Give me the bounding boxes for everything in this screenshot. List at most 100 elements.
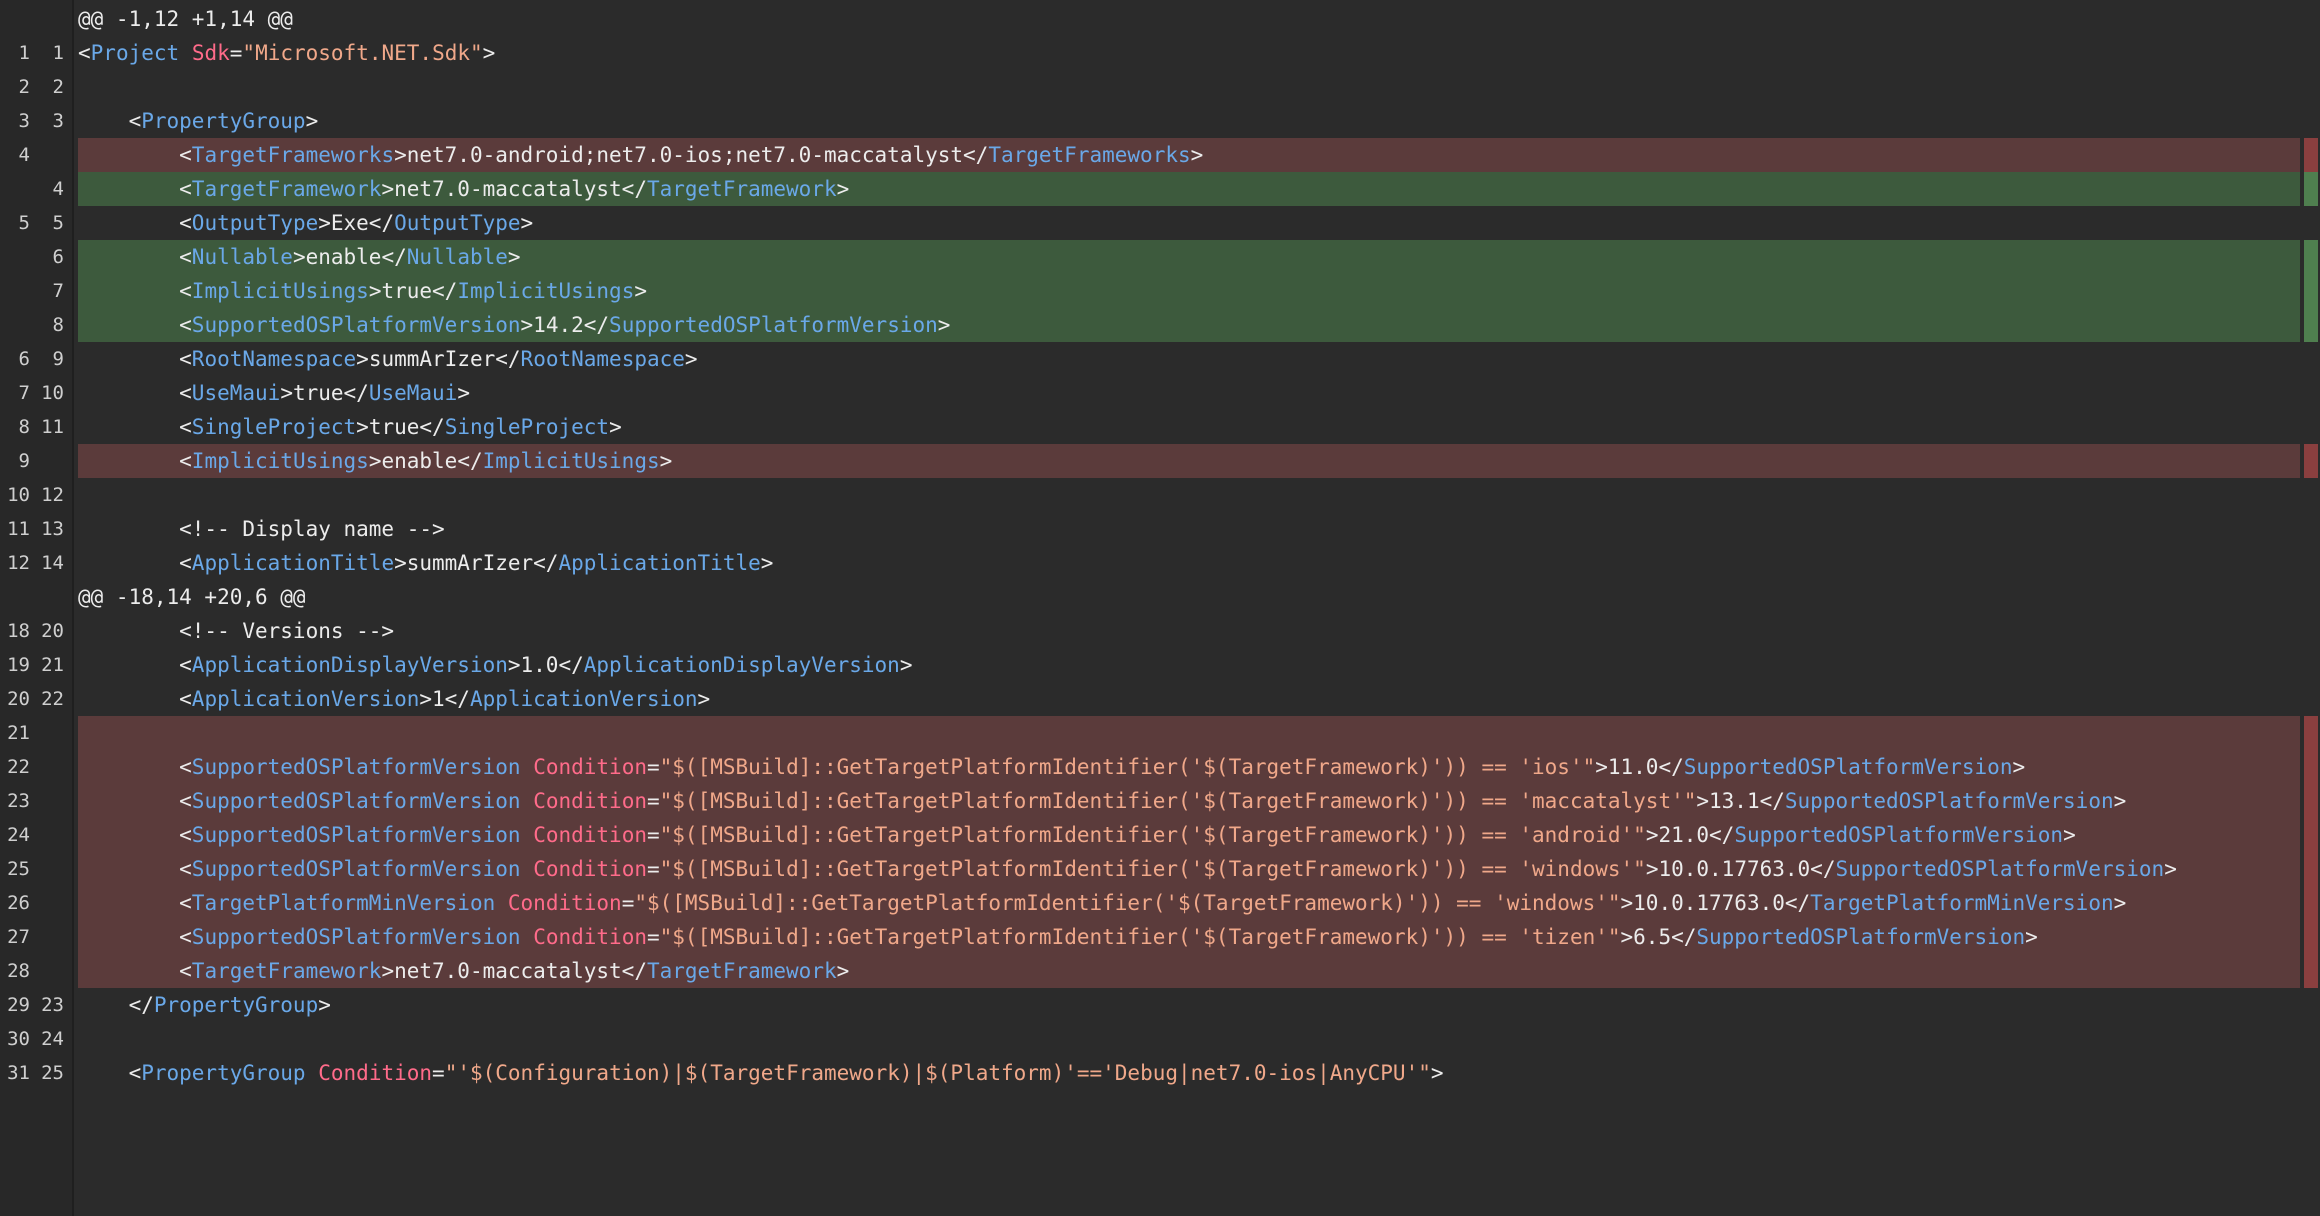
hunk-header[interactable]: @@ -1,12 +1,14 @@ [0,2,2300,36]
context-line[interactable]: 22 [0,70,2300,104]
old-line-number: 23 [7,790,30,812]
context-line[interactable]: 19 21 <ApplicationDisplayVersion>1.0</App… [0,648,2300,682]
token-text: >enable</ [292,245,407,269]
added-line[interactable]: 4 <TargetFramework>net7.0-maccatalyst</T… [0,172,2300,206]
context-line[interactable]: 11 13 <!-- Display name --> [0,512,2300,546]
token-tag: Nullable [191,245,293,269]
token-text: > [318,993,331,1017]
token-text: < [78,891,192,915]
added-line[interactable]: 7 <ImplicitUsings>true</ImplicitUsings> [0,274,2300,308]
deleted-line[interactable]: 4 <TargetFrameworks>net7.0-android;net7.… [0,138,2300,172]
token-tag: ApplicationDisplayVersion [191,653,508,677]
code-text: <SupportedOSPlatformVersion Condition="$… [78,818,2076,852]
deleted-line[interactable]: 27 <SupportedOSPlatformVersion Condition… [0,920,2300,954]
deleted-line[interactable]: 22 <SupportedOSPlatformVersion Condition… [0,750,2300,784]
old-line-number: 12 [7,552,30,574]
old-line-number: 31 [7,1062,30,1084]
deleted-line[interactable]: 21 [0,716,2300,750]
token-tag: SupportedOSPlatformVersion [1696,925,2026,949]
line-background [78,614,2300,648]
code-text: <SupportedOSPlatformVersion Condition="$… [78,784,2126,818]
deleted-line[interactable]: 9 <ImplicitUsings>enable</ImplicitUsings… [0,444,2300,478]
code-text: <SupportedOSPlatformVersion Condition="$… [78,920,2038,954]
token-str: "$([MSBuild]::GetTargetPlatformIdentifie… [659,789,1697,813]
token-text: < [78,211,192,235]
context-line[interactable]: 31 25 <PropertyGroup Condition="'$(Config… [0,1056,2300,1090]
code-text: <!-- Versions --> [78,614,394,648]
token-tag: TargetFramework [191,177,382,201]
token-tag: PropertyGroup [141,1061,306,1085]
deleted-line[interactable]: 24 <SupportedOSPlatformVersion Condition… [0,818,2300,852]
line-background [78,988,2300,1022]
token-tag: TargetFramework [646,177,837,201]
token-str: "$([MSBuild]::GetTargetPlatformIdentifie… [634,891,1621,915]
token-tag: TargetFramework [191,959,382,983]
token-text: > [836,177,850,201]
code-text: @@ -18,14 +20,6 @@ [78,580,306,614]
old-line-number: 8 [18,416,30,438]
addition-marker [2304,172,2318,206]
token-tag: SingleProject [444,415,610,439]
token-text: > [899,653,913,677]
new-line-number: 11 [41,416,64,438]
token-text: >14.2</ [520,313,610,337]
old-line-number: 27 [7,926,30,948]
context-line[interactable]: 30 24 [0,1022,2300,1056]
token-text: > [937,313,951,337]
new-line-number: 3 [52,110,64,132]
context-line[interactable]: 7 10 <UseMaui>true</UseMaui> [0,376,2300,410]
context-line[interactable]: 69 <RootNamespace>summArIzer</RootNamesp… [0,342,2300,376]
context-line[interactable]: 12 14 <ApplicationTitle>summArIzer</Appli… [0,546,2300,580]
deleted-line[interactable]: 26 <TargetPlatformMinVersion Condition="… [0,886,2300,920]
context-line[interactable]: 29 23 </PropertyGroup> [0,988,2300,1022]
added-line[interactable]: 8 <SupportedOSPlatformVersion>14.2</Supp… [0,308,2300,342]
line-background [78,2,2300,36]
diff-overview-scrollbar[interactable] [2304,0,2318,1216]
token-text: <!-- Display name --> [78,517,445,541]
context-line[interactable]: 33 <PropertyGroup> [0,104,2300,138]
token-tag: ApplicationTitle [558,551,761,575]
old-line-number: 29 [7,994,30,1016]
token-attr: Condition [507,891,622,915]
code-text: <ApplicationTitle>summArIzer</Applicatio… [78,546,773,580]
code-text: <TargetFramework>net7.0-maccatalyst</Tar… [78,954,849,988]
token-text: >11.0</ [1595,755,1684,779]
new-line-number: 10 [41,382,64,404]
deleted-line[interactable]: 23 < SupportedOSPlatformVersion Condition… [0,784,2300,818]
code-text: <PropertyGroup> [78,104,319,138]
token-attr: Condition [533,789,647,813]
old-line-number: 25 [7,858,30,880]
token-text: < [78,959,192,983]
context-line[interactable]: 55 <OutputType>Exe</OutputType> [0,206,2300,240]
new-line-number: 2 [52,76,64,98]
token-text: > [684,347,698,371]
token-text: > [836,959,850,983]
added-line[interactable]: 6 <Nullable>enable</Nullable> [0,240,2300,274]
context-line[interactable]: 10 12 [0,478,2300,512]
context-line[interactable]: 8 11 <SingleProject>true</SingleProject> [0,410,2300,444]
deletion-marker [2304,138,2318,172]
context-line[interactable]: 1 1 <Project Sdk="Microsoft.NET.Sdk"> [0,36,2300,70]
old-line-number: 5 [18,212,30,234]
token-str: "$([MSBuild]::GetTargetPlatformIdentifie… [659,823,1646,847]
context-line[interactable]: 18 20 <!-- Versions --> [0,614,2300,648]
token-text: < [78,687,192,711]
token-text: < [78,381,192,405]
token-text: > [305,109,319,133]
token-text: > [609,415,622,439]
token-text: > [520,211,534,235]
code-text: <ImplicitUsings>true</ImplicitUsings> [78,274,647,308]
hunk-header[interactable]: @@ -18,14 +20,6 @@ [0,580,2300,614]
deleted-line[interactable]: 25 <SupportedOSPlatformVersion Condition… [0,852,2300,886]
token-text: >10.0.17763.0</ [1645,857,1836,881]
context-line[interactable]: 20 22 <ApplicationVersion>1</ApplicationV… [0,682,2300,716]
token-attr: Condition [318,1061,433,1085]
new-line-number: 1 [52,42,64,64]
token-text: > [2025,925,2038,949]
token-tag: SupportedOSPlatformVersion [1784,789,2114,813]
code-text: <PropertyGroup Condition="'$(Configurati… [78,1056,1444,1090]
token-text: < [78,789,192,813]
deleted-line[interactable]: 28 <TargetFramework>net7.0-maccatalyst</… [0,954,2300,988]
